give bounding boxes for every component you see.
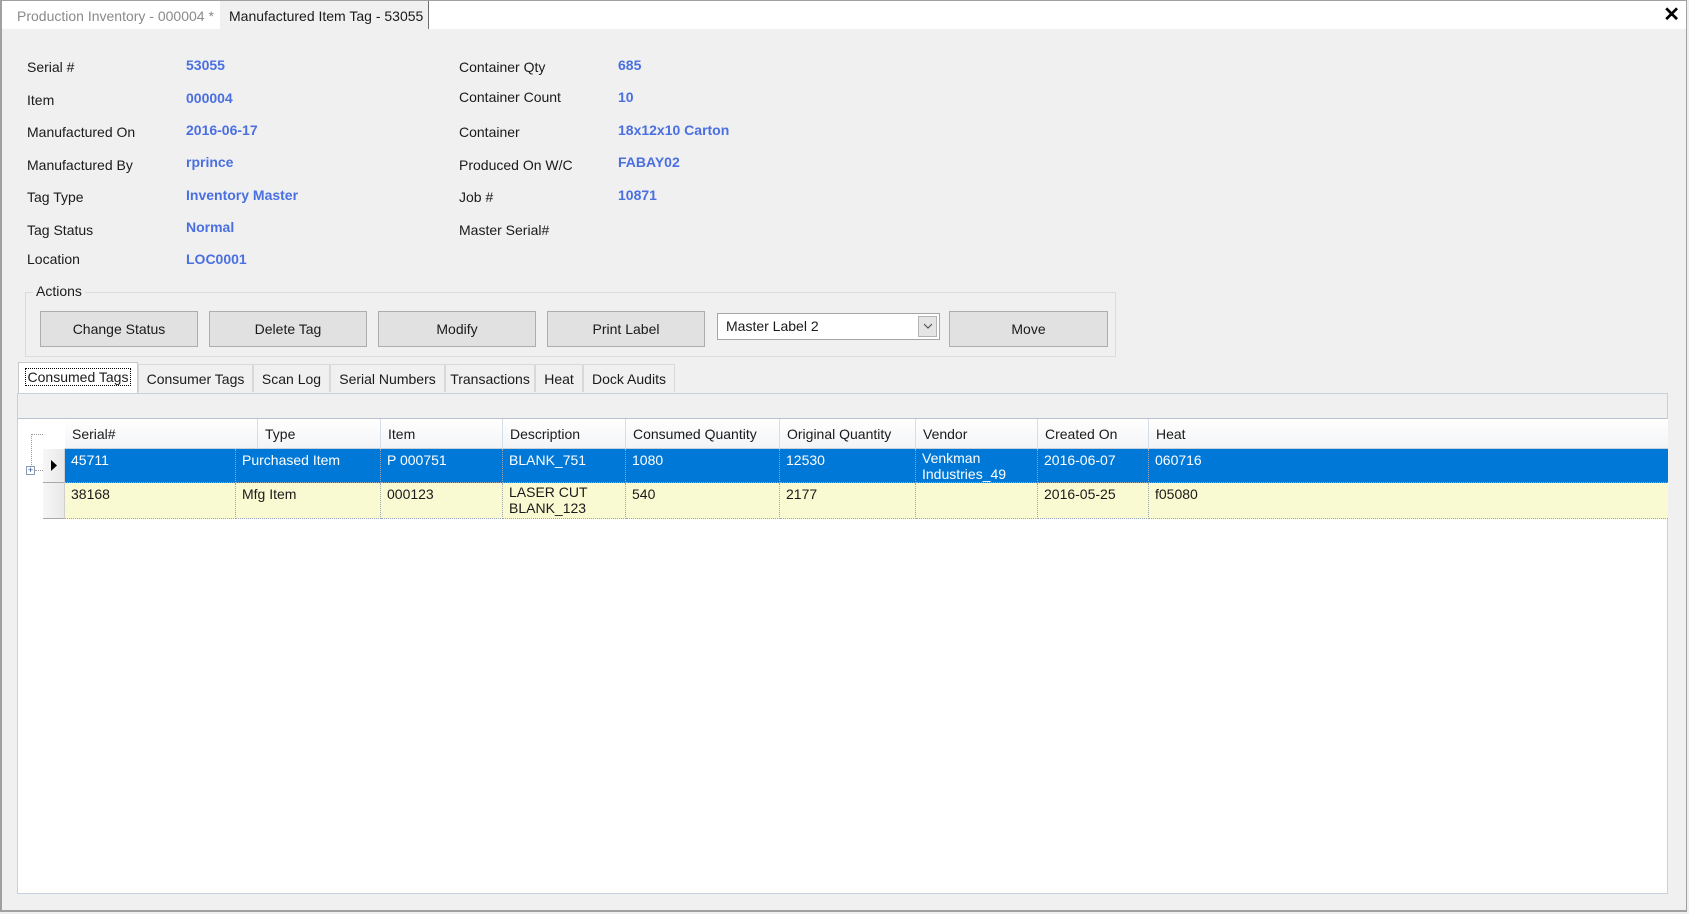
- container-count-value: 10: [618, 89, 634, 105]
- column-header-serial[interactable]: Serial#: [65, 419, 258, 449]
- cell-vendor: [916, 483, 1038, 519]
- tree-connector: [31, 434, 32, 467]
- serial-value: 53055: [186, 57, 225, 73]
- consumed-tags-panel: Serial# Type Item Description Consumed Q…: [17, 393, 1668, 894]
- tag-status-label: Tag Status: [27, 222, 94, 238]
- tab-consumed-tags[interactable]: Consumed Tags: [18, 362, 138, 393]
- column-header-created-on[interactable]: Created On: [1038, 419, 1149, 449]
- move-button[interactable]: Move: [949, 311, 1108, 347]
- tab-heat[interactable]: Heat: [535, 364, 583, 392]
- cell-type: Mfg Item: [236, 483, 381, 519]
- change-status-button[interactable]: Change Status: [40, 311, 198, 347]
- print-label-button[interactable]: Print Label: [547, 311, 705, 347]
- cell-original-quantity: 12530: [780, 449, 916, 483]
- tab-scan-log[interactable]: Scan Log: [253, 364, 330, 392]
- column-header-consumed-quantity[interactable]: Consumed Quantity: [626, 419, 780, 449]
- table-row[interactable]: 45711 Purchased Item P 000751 BLANK_751 …: [43, 449, 1668, 483]
- item-value: 000004: [186, 90, 233, 106]
- chevron-down-icon[interactable]: [918, 316, 937, 337]
- cell-vendor: Venkman Industries_49: [916, 449, 1038, 483]
- cell-heat: 060716: [1149, 449, 1668, 483]
- manufactured-by-value: rprince: [186, 154, 234, 170]
- manufactured-by-label: Manufactured By: [27, 157, 133, 173]
- tag-type-value: Inventory Master: [186, 187, 299, 203]
- delete-tag-button[interactable]: Delete Tag: [209, 311, 367, 347]
- cell-heat: f05080: [1149, 483, 1668, 519]
- document-tab-strip: Production Inventory - 000004 * Manufact…: [2, 1, 1686, 29]
- column-header-type[interactable]: Type: [258, 419, 381, 449]
- master-serial-label: Master Serial#: [459, 222, 550, 238]
- cell-serial: 45711: [65, 449, 236, 483]
- column-header-heat[interactable]: Heat: [1149, 419, 1668, 449]
- cell-serial: 38168: [65, 483, 236, 519]
- cell-consumed-quantity: 540: [626, 483, 780, 519]
- column-header-vendor[interactable]: Vendor: [916, 419, 1038, 449]
- cell-created-on: 2016-05-25: [1038, 483, 1149, 519]
- tag-status-value: Normal: [186, 219, 235, 235]
- container-label: Container: [459, 124, 520, 140]
- container-count-label: Container Count: [459, 89, 561, 105]
- column-header-item[interactable]: Item: [381, 419, 503, 449]
- produced-on-wc-value: FABAY02: [618, 154, 680, 170]
- container-qty-label: Container Qty: [459, 59, 546, 75]
- location-value: LOC0001: [186, 251, 247, 267]
- tab-consumer-tags[interactable]: Consumer Tags: [138, 364, 253, 392]
- produced-on-wc-label: Produced On W/C: [459, 157, 573, 173]
- row-header[interactable]: [43, 483, 65, 519]
- doc-tab-production-inventory[interactable]: Production Inventory - 000004 *: [17, 1, 214, 29]
- item-label: Item: [27, 92, 55, 108]
- manufactured-on-value: 2016-06-17: [186, 122, 258, 138]
- tree-connector: [35, 470, 43, 471]
- cell-consumed-quantity: 1080: [626, 449, 780, 483]
- container-value: 18x12x10 Carton: [618, 122, 730, 138]
- close-icon[interactable]: ✕: [1663, 4, 1680, 26]
- job-value: 10871: [618, 187, 657, 203]
- cell-item: 000123: [381, 483, 503, 519]
- container-qty-value: 685: [618, 57, 642, 73]
- cell-description: BLANK_751: [503, 449, 626, 483]
- tab-dock-audits[interactable]: Dock Audits: [583, 364, 675, 392]
- cell-item: P 000751: [381, 449, 503, 483]
- column-header-original-quantity[interactable]: Original Quantity: [780, 419, 916, 449]
- tab-serial-numbers[interactable]: Serial Numbers: [330, 364, 445, 392]
- column-header-description[interactable]: Description: [503, 419, 626, 449]
- cell-description: LASER CUT BLANK_123: [503, 483, 626, 519]
- tree-connector: [31, 434, 43, 435]
- label-select[interactable]: Master Label 2: [717, 313, 940, 340]
- expand-plus-icon[interactable]: +: [26, 466, 35, 475]
- location-label: Location: [27, 251, 80, 267]
- serial-label: Serial #: [27, 59, 75, 75]
- label-select-value: Master Label 2: [726, 318, 819, 334]
- tab-transactions[interactable]: Transactions: [445, 364, 535, 392]
- modify-button[interactable]: Modify: [378, 311, 536, 347]
- cell-type: Purchased Item: [236, 449, 381, 483]
- actions-group-title: Actions: [33, 283, 85, 299]
- tag-type-label: Tag Type: [27, 189, 84, 205]
- cell-created-on: 2016-06-07: [1038, 449, 1149, 483]
- grid-toolbar: [18, 394, 1667, 419]
- doc-tab-manufactured-item-tag[interactable]: Manufactured Item Tag - 53055: [220, 1, 429, 29]
- job-label: Job #: [459, 189, 494, 205]
- tab-consumed-tags-label: Consumed Tags: [24, 368, 132, 386]
- table-row[interactable]: 38168 Mfg Item 000123 LASER CUT BLANK_12…: [43, 483, 1668, 519]
- cell-original-quantity: 2177: [780, 483, 916, 519]
- row-header[interactable]: [43, 449, 65, 483]
- manufactured-on-label: Manufactured On: [27, 124, 136, 140]
